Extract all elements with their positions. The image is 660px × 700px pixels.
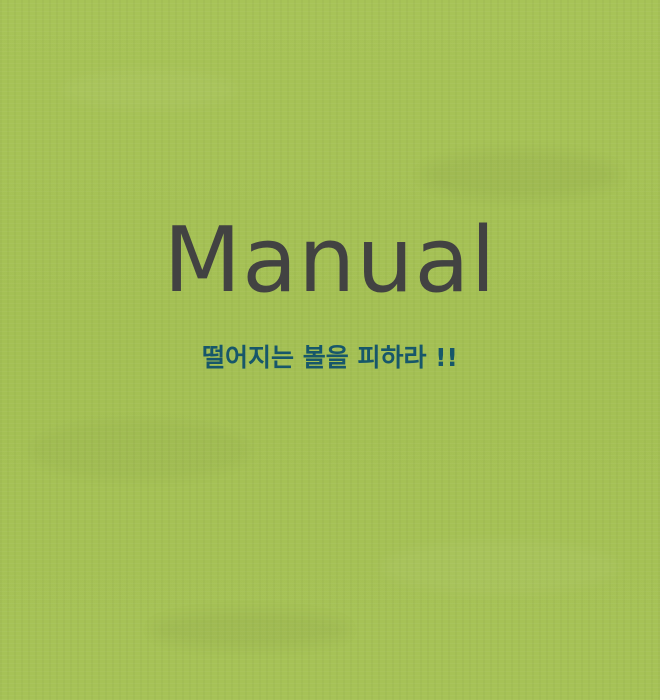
background-texture: [30, 420, 250, 480]
background-texture: [150, 610, 350, 650]
manual-instruction: 떨어지는 볼을 피하라 !!: [202, 343, 458, 372]
background-texture: [380, 540, 620, 595]
background-texture: [420, 150, 620, 200]
manual-title: Manual: [163, 208, 497, 313]
manual-screen: Manual 떨어지는 볼을 피하라 !!: [0, 0, 660, 700]
background-texture: [60, 70, 240, 110]
